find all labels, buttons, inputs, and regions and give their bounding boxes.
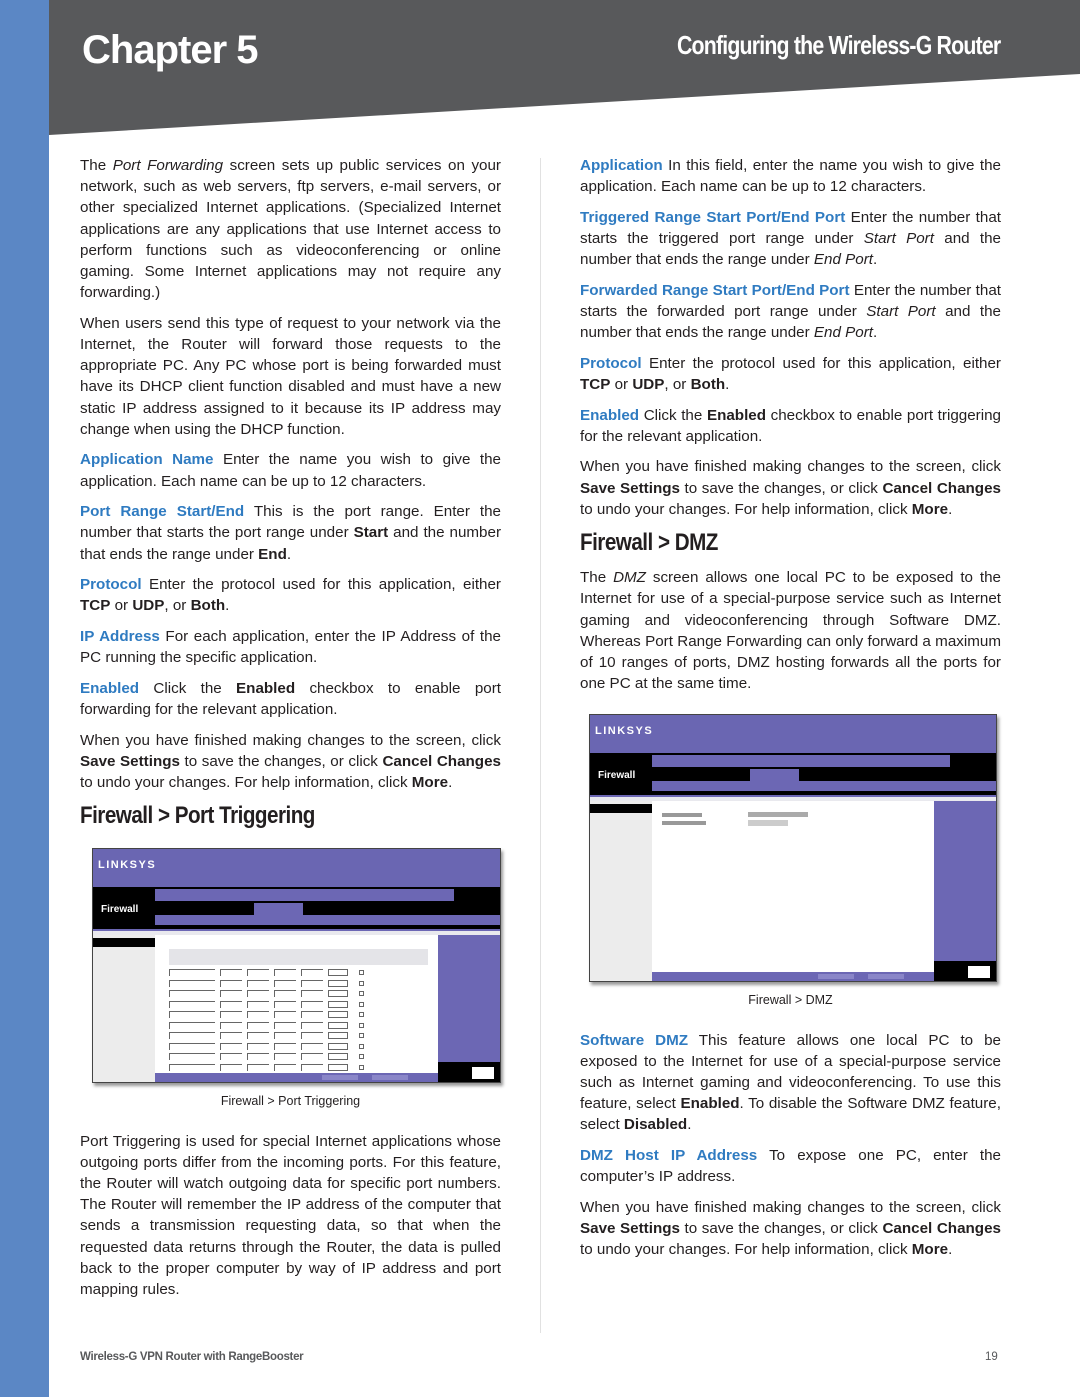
term-label: IP Address xyxy=(80,628,160,646)
term-label: Protocol xyxy=(80,576,142,594)
linksys-logo: LINKSYS xyxy=(595,725,654,738)
finish-instructions: When you have finished making changes to… xyxy=(580,458,1001,518)
definition-enabled: Enabled Click the Enabled checkbox to en… xyxy=(580,406,1001,445)
port-triggering-table xyxy=(169,949,428,1072)
definition-forwarded-range: Forwarded Range Start Port/End Port Ente… xyxy=(580,281,1001,342)
term-label: Protocol xyxy=(580,354,642,372)
screenshot-section-title: Firewall xyxy=(598,770,636,782)
figure-port-triggering: LINKSYS Firewall Firewall > Port Trigger… xyxy=(80,848,501,1112)
left-column: The Port Forwarding screen sets up publi… xyxy=(80,155,501,1310)
chapter-title: Chapter 5 xyxy=(82,28,258,72)
chapter-side-bar xyxy=(0,0,49,1397)
intro-paragraph: The Port Forwarding screen sets up publi… xyxy=(80,157,501,302)
term-label: Software DMZ xyxy=(580,1031,689,1049)
right-column: Application In this field, enter the nam… xyxy=(580,155,1001,1270)
dmz-intro: The DMZ screen allows one local PC to be… xyxy=(580,569,1002,693)
term-label: DMZ Host IP Address xyxy=(580,1147,758,1165)
definition-dmz-host: DMZ Host IP Address To expose one PC, en… xyxy=(580,1147,1001,1186)
term-label: Enabled xyxy=(80,679,140,697)
term-label: Forwarded Range Start Port/End Port xyxy=(580,281,850,299)
term-label: Port Range Start/End xyxy=(80,503,245,521)
figure-dmz: LINKSYS Firewall Firewall > DMZ xyxy=(580,714,1001,1011)
help-panel xyxy=(438,935,500,1083)
definition-software-dmz: Software DMZ This feature allows one loc… xyxy=(580,1031,1001,1134)
finish-instructions: When you have finished making changes to… xyxy=(580,1198,1001,1259)
definition-port-range: Port Range Start/End This is the port ra… xyxy=(80,503,502,563)
intro-paragraph-2: When users send this type of request to … xyxy=(80,314,501,438)
definition-application: Application In this field, enter the nam… xyxy=(580,157,1001,196)
finish-instructions: When you have finished making changes to… xyxy=(80,731,501,792)
term-label: Triggered Range Start Port/End Port xyxy=(580,208,846,226)
cisco-logo xyxy=(934,961,996,982)
linksys-logo: LINKSYS xyxy=(98,859,157,872)
definition-protocol: Protocol Enter the protocol used for thi… xyxy=(580,354,1001,393)
definition-enabled: Enabled Click the Enabled checkbox to en… xyxy=(80,679,501,719)
column-divider xyxy=(540,158,541,1333)
definition-application-name: Application Name Enter the name you wish… xyxy=(80,451,501,490)
definition-protocol: Protocol Enter the protocol used for thi… xyxy=(80,576,501,615)
page-number: 19 xyxy=(985,1351,998,1363)
footer-product-title: Wireless-G VPN Router with RangeBooster xyxy=(80,1351,304,1363)
definition-triggered-range: Triggered Range Start Port/End Port Ente… xyxy=(580,208,1001,269)
definition-ip-address: IP Address For each application, enter t… xyxy=(80,628,501,667)
figure-caption: Firewall > DMZ xyxy=(748,993,833,1008)
port-triggering-screenshot: LINKSYS Firewall xyxy=(92,848,501,1084)
screenshot-section-title: Firewall xyxy=(101,904,139,916)
term-label: Application xyxy=(580,157,663,174)
section-heading-port-triggering: Firewall > Port Triggering xyxy=(80,802,315,830)
cisco-logo xyxy=(438,1062,500,1083)
figure-caption: Firewall > Port Triggering xyxy=(220,1094,361,1109)
term-label: Application Name xyxy=(80,451,214,469)
help-panel xyxy=(934,801,996,982)
term-label: Enabled xyxy=(580,406,640,424)
dmz-screenshot: LINKSYS Firewall xyxy=(589,714,997,983)
port-triggering-description: Port Triggering is used for special Inte… xyxy=(80,1132,501,1299)
section-heading-dmz: Firewall > DMZ xyxy=(580,529,718,556)
chapter-subtitle: Configuring the Wireless-G Router xyxy=(676,30,1001,60)
